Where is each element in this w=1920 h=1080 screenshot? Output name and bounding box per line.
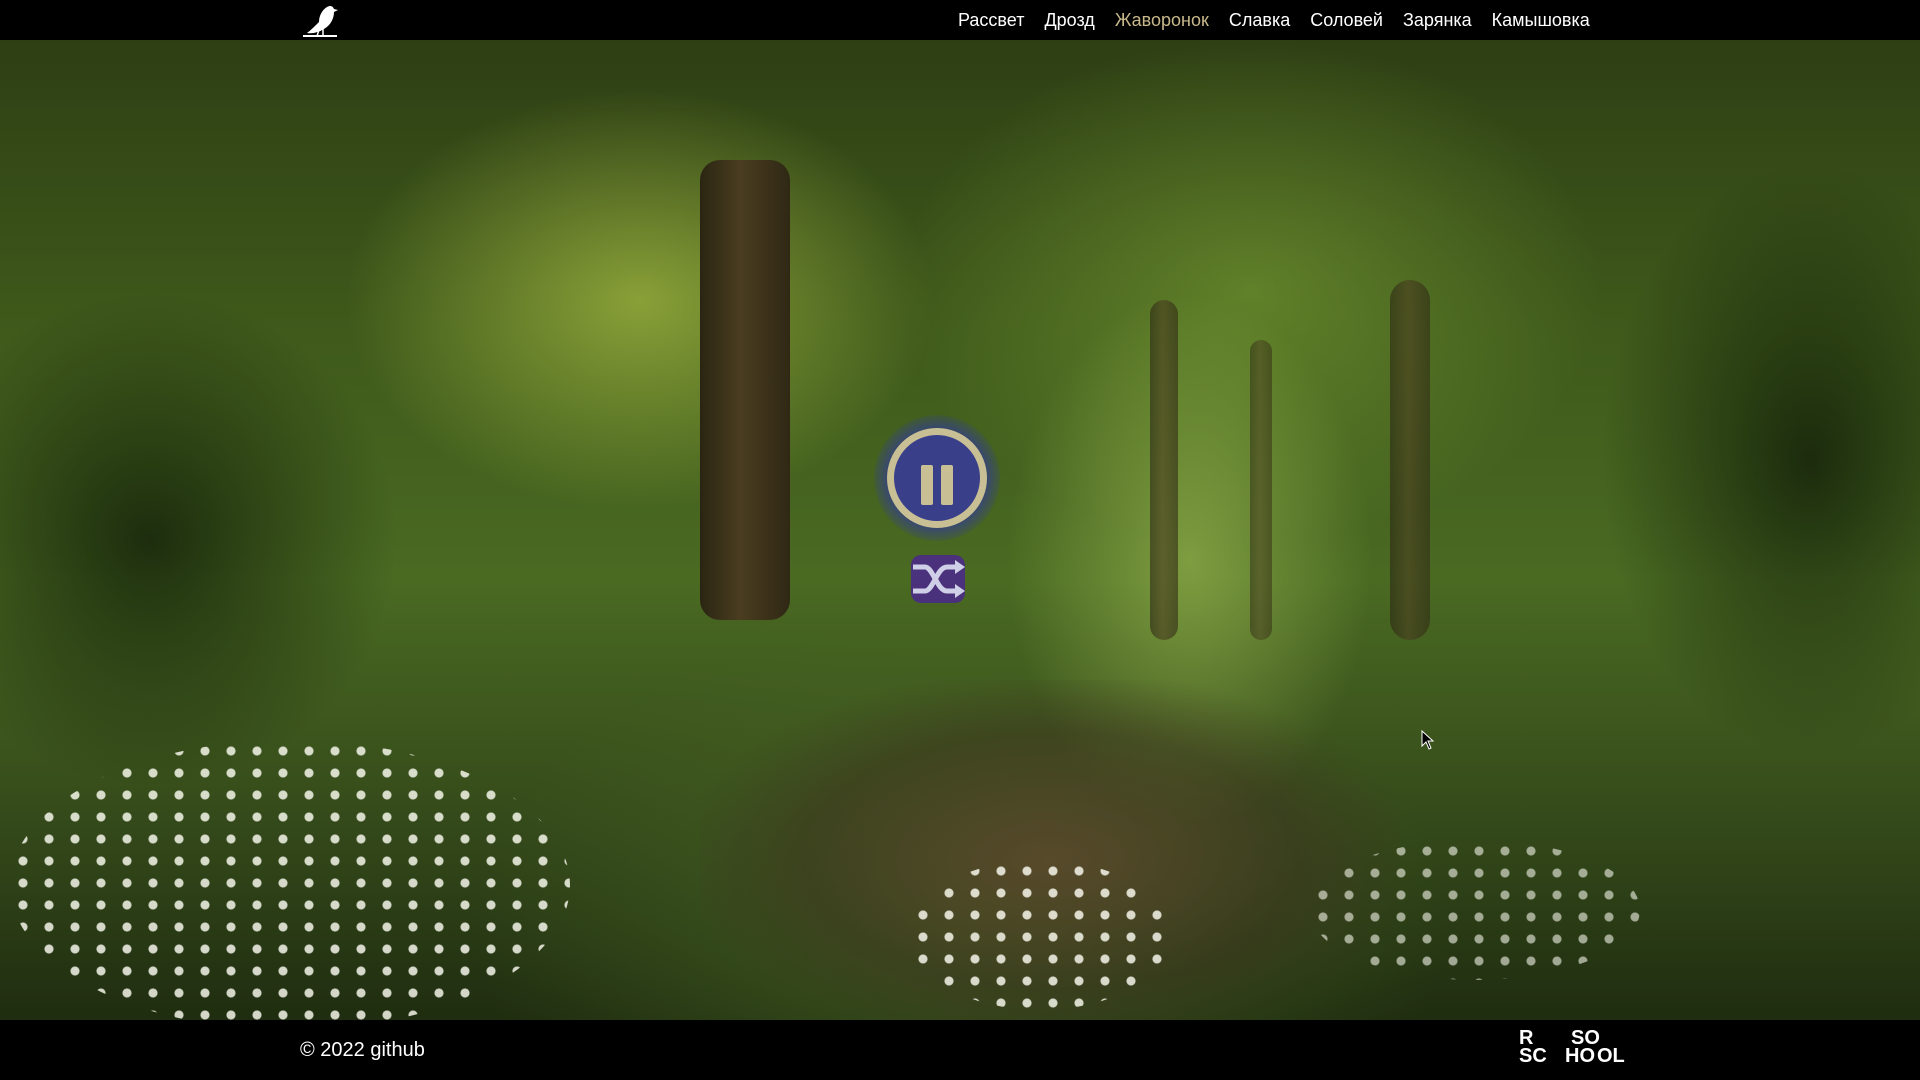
header: Рассвет Дрозд Жаворонок Славка Соловей З… <box>0 0 1920 40</box>
flowers-center <box>910 860 1170 1010</box>
shuffle-icon <box>911 555 965 603</box>
nav-item-zaryanka[interactable]: Зарянка <box>1403 10 1472 31</box>
copyright-link[interactable]: © 2022 github <box>300 1039 425 1062</box>
nav-item-slavka[interactable]: Славка <box>1229 10 1290 31</box>
pause-button[interactable] <box>874 415 1000 541</box>
rs-school-logo-icon[interactable]: R SC SO HO OL <box>1519 1028 1625 1073</box>
mouse-cursor-icon <box>1421 729 1435 750</box>
shuffle-button[interactable] <box>903 551 973 607</box>
pause-bar-left <box>921 465 933 505</box>
pause-icon <box>887 428 987 528</box>
tree-trunk <box>1250 340 1272 640</box>
tree-trunk <box>1390 280 1430 640</box>
footer: © 2022 github R SC SO HO OL <box>0 1020 1920 1080</box>
pause-bar-right <box>941 465 953 505</box>
nav-item-solovei[interactable]: Соловей <box>1310 10 1383 31</box>
nav-item-rassvet[interactable]: Рассвет <box>958 10 1024 31</box>
nav-item-zhavoronok[interactable]: Жаворонок <box>1115 10 1209 31</box>
flowers-left <box>10 740 570 1020</box>
foliage-shadow <box>0 290 400 790</box>
bird-logo-icon[interactable] <box>297 0 343 40</box>
foliage-shadow <box>1600 160 1920 760</box>
tree-trunk <box>1150 300 1178 640</box>
flowers-right <box>1310 840 1640 980</box>
nav-item-kamyshovka[interactable]: Камышовка <box>1492 10 1590 31</box>
tree-trunk <box>700 160 790 620</box>
nav-item-drozd[interactable]: Дрозд <box>1044 10 1094 31</box>
bird-nav: Рассвет Дрозд Жаворонок Славка Соловей З… <box>958 0 1590 40</box>
